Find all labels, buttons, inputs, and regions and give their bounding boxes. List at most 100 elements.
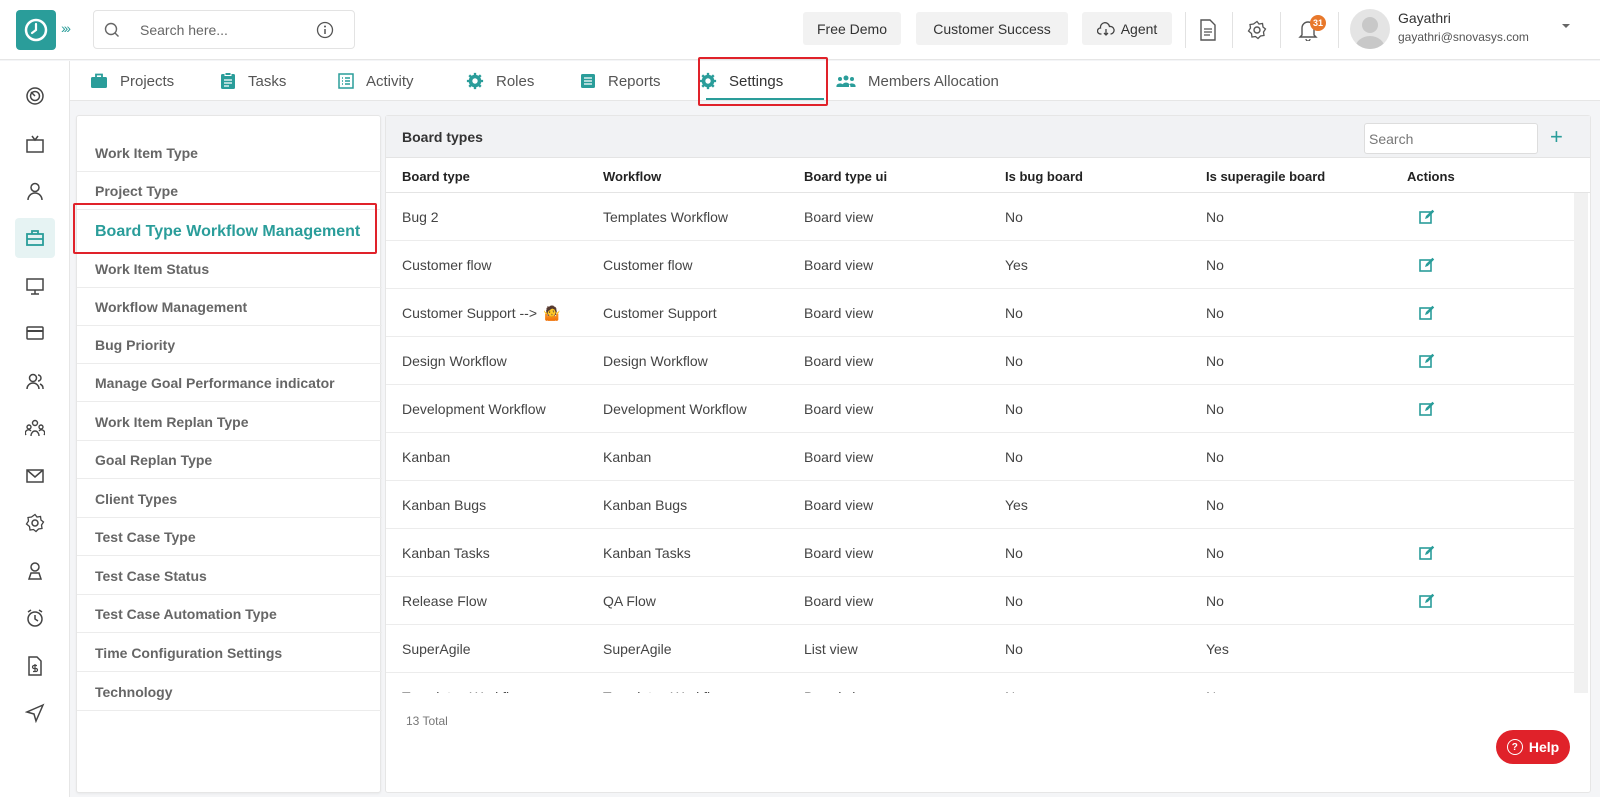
search-icon [104, 22, 119, 37]
team-icon[interactable] [15, 361, 55, 401]
cell-bug: No [1005, 689, 1023, 693]
alarm-clock-icon[interactable] [15, 598, 55, 638]
table-row[interactable]: Development Workflow Development Workflow… [386, 385, 1576, 433]
global-search-input[interactable] [140, 21, 310, 38]
edit-icon[interactable] [1419, 353, 1435, 369]
credit-card-icon[interactable] [15, 313, 55, 353]
cell-superagile: No [1206, 305, 1224, 321]
table-row[interactable]: Kanban Bugs Kanban Bugs Board view Yes No [386, 481, 1576, 529]
table-row[interactable]: Kanban Kanban Board view No No [386, 433, 1576, 481]
settings-item-work-item-replan-type[interactable]: Work Item Replan Type [77, 403, 382, 441]
module-tabs: Projects Tasks Activity Roles Reports Se… [70, 61, 1600, 101]
board-types-search-input[interactable] [1364, 123, 1538, 154]
table-row[interactable]: Customer flow Customer flow Board view Yes N… [386, 241, 1576, 289]
cell-board-type: Templates Workflow [402, 689, 527, 693]
tab-tasks[interactable]: Tasks [220, 61, 286, 101]
board-types-panel: Board types + Board type Workflow Board … [385, 115, 1591, 793]
settings-gear-icon[interactable] [1245, 18, 1269, 42]
settings-item-test-case-automation-type[interactable]: Test Case Automation Type [77, 595, 382, 633]
cell-ui: Board view [804, 593, 874, 609]
cell-bug: No [1005, 209, 1023, 225]
badge-user-icon[interactable] [15, 551, 55, 591]
table-row[interactable]: Design Workflow Design Workflow Board view… [386, 337, 1576, 385]
edit-icon[interactable] [1419, 401, 1435, 417]
mail-icon[interactable] [15, 456, 55, 496]
board-type-item-highlight [73, 203, 377, 254]
edit-icon[interactable] [1419, 593, 1435, 609]
settings-item-test-case-type[interactable]: Test Case Type [77, 518, 382, 556]
info-icon[interactable] [316, 21, 334, 39]
cell-superagile: No [1206, 401, 1224, 417]
settings-item-work-item-status[interactable]: Work Item Status [77, 250, 382, 288]
table-header: Board type Workflow Board type ui Is bug… [386, 159, 1590, 193]
table-row[interactable]: Release Flow QA Flow Board view No No [386, 577, 1576, 625]
column-header[interactable]: Board type [402, 169, 470, 184]
tab-members-allocation[interactable]: Members Allocation [836, 61, 999, 101]
customer-success-button[interactable]: Customer Success [916, 12, 1068, 45]
settings-item-goal-replan-type[interactable]: Goal Replan Type [77, 441, 382, 479]
send-icon[interactable] [15, 693, 55, 733]
cell-workflow: Customer Support [603, 305, 717, 321]
edit-icon[interactable] [1419, 305, 1435, 321]
monitor-icon[interactable] [15, 266, 55, 306]
gear-icon[interactable] [15, 503, 55, 543]
settings-item-time-configuration-settings[interactable]: Time Configuration Settings [77, 634, 382, 672]
table-row[interactable]: Customer Support --> 🤷 Customer Support Boa… [386, 289, 1576, 337]
add-board-type-button[interactable]: + [1550, 124, 1563, 150]
cell-bug: No [1005, 641, 1023, 657]
edit-icon[interactable] [1419, 545, 1435, 561]
cell-board-type: Kanban Tasks [402, 545, 490, 561]
table-row[interactable]: Kanban Tasks Kanban Tasks Board view No No [386, 529, 1576, 577]
cell-superagile: No [1206, 545, 1224, 561]
user-name: Gayathri [1398, 10, 1451, 26]
tab-projects[interactable]: Projects [90, 61, 174, 101]
org-users-icon[interactable] [15, 408, 55, 448]
free-demo-label: Free Demo [816, 20, 888, 37]
document-icon [580, 73, 596, 89]
settings-item-bug-priority[interactable]: Bug Priority [77, 326, 382, 364]
tab-activity[interactable]: Activity [338, 61, 414, 101]
cell-workflow: Templates Workflow [603, 209, 729, 225]
user-icon[interactable] [15, 171, 55, 211]
global-search[interactable] [93, 10, 355, 49]
invoice-icon[interactable] [15, 646, 55, 686]
document-icon[interactable] [1196, 18, 1220, 42]
projects-briefcase-icon[interactable] [15, 218, 55, 258]
settings-item-technology[interactable]: Technology [77, 673, 382, 711]
expand-menu-icon[interactable]: ››› [61, 20, 71, 36]
dashboard-icon[interactable] [15, 76, 55, 116]
cell-superagile: No [1206, 353, 1224, 369]
table-row[interactable]: Bug 2 Templates Workflow Board view No No [386, 193, 1576, 241]
table-row[interactable]: Templates Workflow Templates Workflow Boar… [386, 673, 1576, 693]
cell-bug: Yes [1005, 257, 1028, 273]
tv-icon[interactable] [15, 124, 55, 164]
cell-text: Customer Support --> [402, 305, 537, 321]
cell-workflow: Kanban Bugs [603, 497, 688, 513]
settings-item-goal-performance-indicator[interactable]: Manage Goal Performance indicator [77, 364, 382, 402]
agent-button[interactable]: Agent [1082, 12, 1172, 45]
column-header[interactable]: Is superagile board [1206, 169, 1325, 184]
settings-item-test-case-status[interactable]: Test Case Status [77, 557, 382, 595]
settings-item-workflow-management[interactable]: Workflow Management [77, 288, 382, 326]
column-header[interactable]: Is bug board [1005, 169, 1083, 184]
settings-item-work-item-type[interactable]: Work Item Type [77, 134, 382, 172]
table-scrollbar[interactable] [1574, 193, 1588, 693]
cell-ui: Board view [804, 209, 874, 225]
avatar[interactable] [1350, 9, 1390, 49]
tab-reports[interactable]: Reports [580, 61, 661, 101]
cell-ui: Board view [804, 257, 874, 273]
left-nav-rail [0, 61, 70, 797]
column-header[interactable]: Board type ui [804, 169, 887, 184]
settings-item-client-types[interactable]: Client Types [77, 480, 382, 518]
chevron-down-icon[interactable] [1560, 22, 1572, 30]
help-button[interactable]: ? Help [1496, 730, 1570, 764]
column-header[interactable]: Workflow [603, 169, 661, 184]
app-logo[interactable] [16, 10, 56, 50]
edit-icon[interactable] [1419, 209, 1435, 225]
edit-icon[interactable] [1419, 257, 1435, 273]
free-demo-button[interactable]: Free Demo [803, 12, 901, 45]
cell-workflow: Design Workflow [603, 353, 708, 369]
table-row[interactable]: SuperAgile SuperAgile List view No Yes [386, 625, 1576, 673]
tab-roles[interactable]: Roles [466, 61, 534, 101]
cell-ui: Board view [804, 401, 874, 417]
